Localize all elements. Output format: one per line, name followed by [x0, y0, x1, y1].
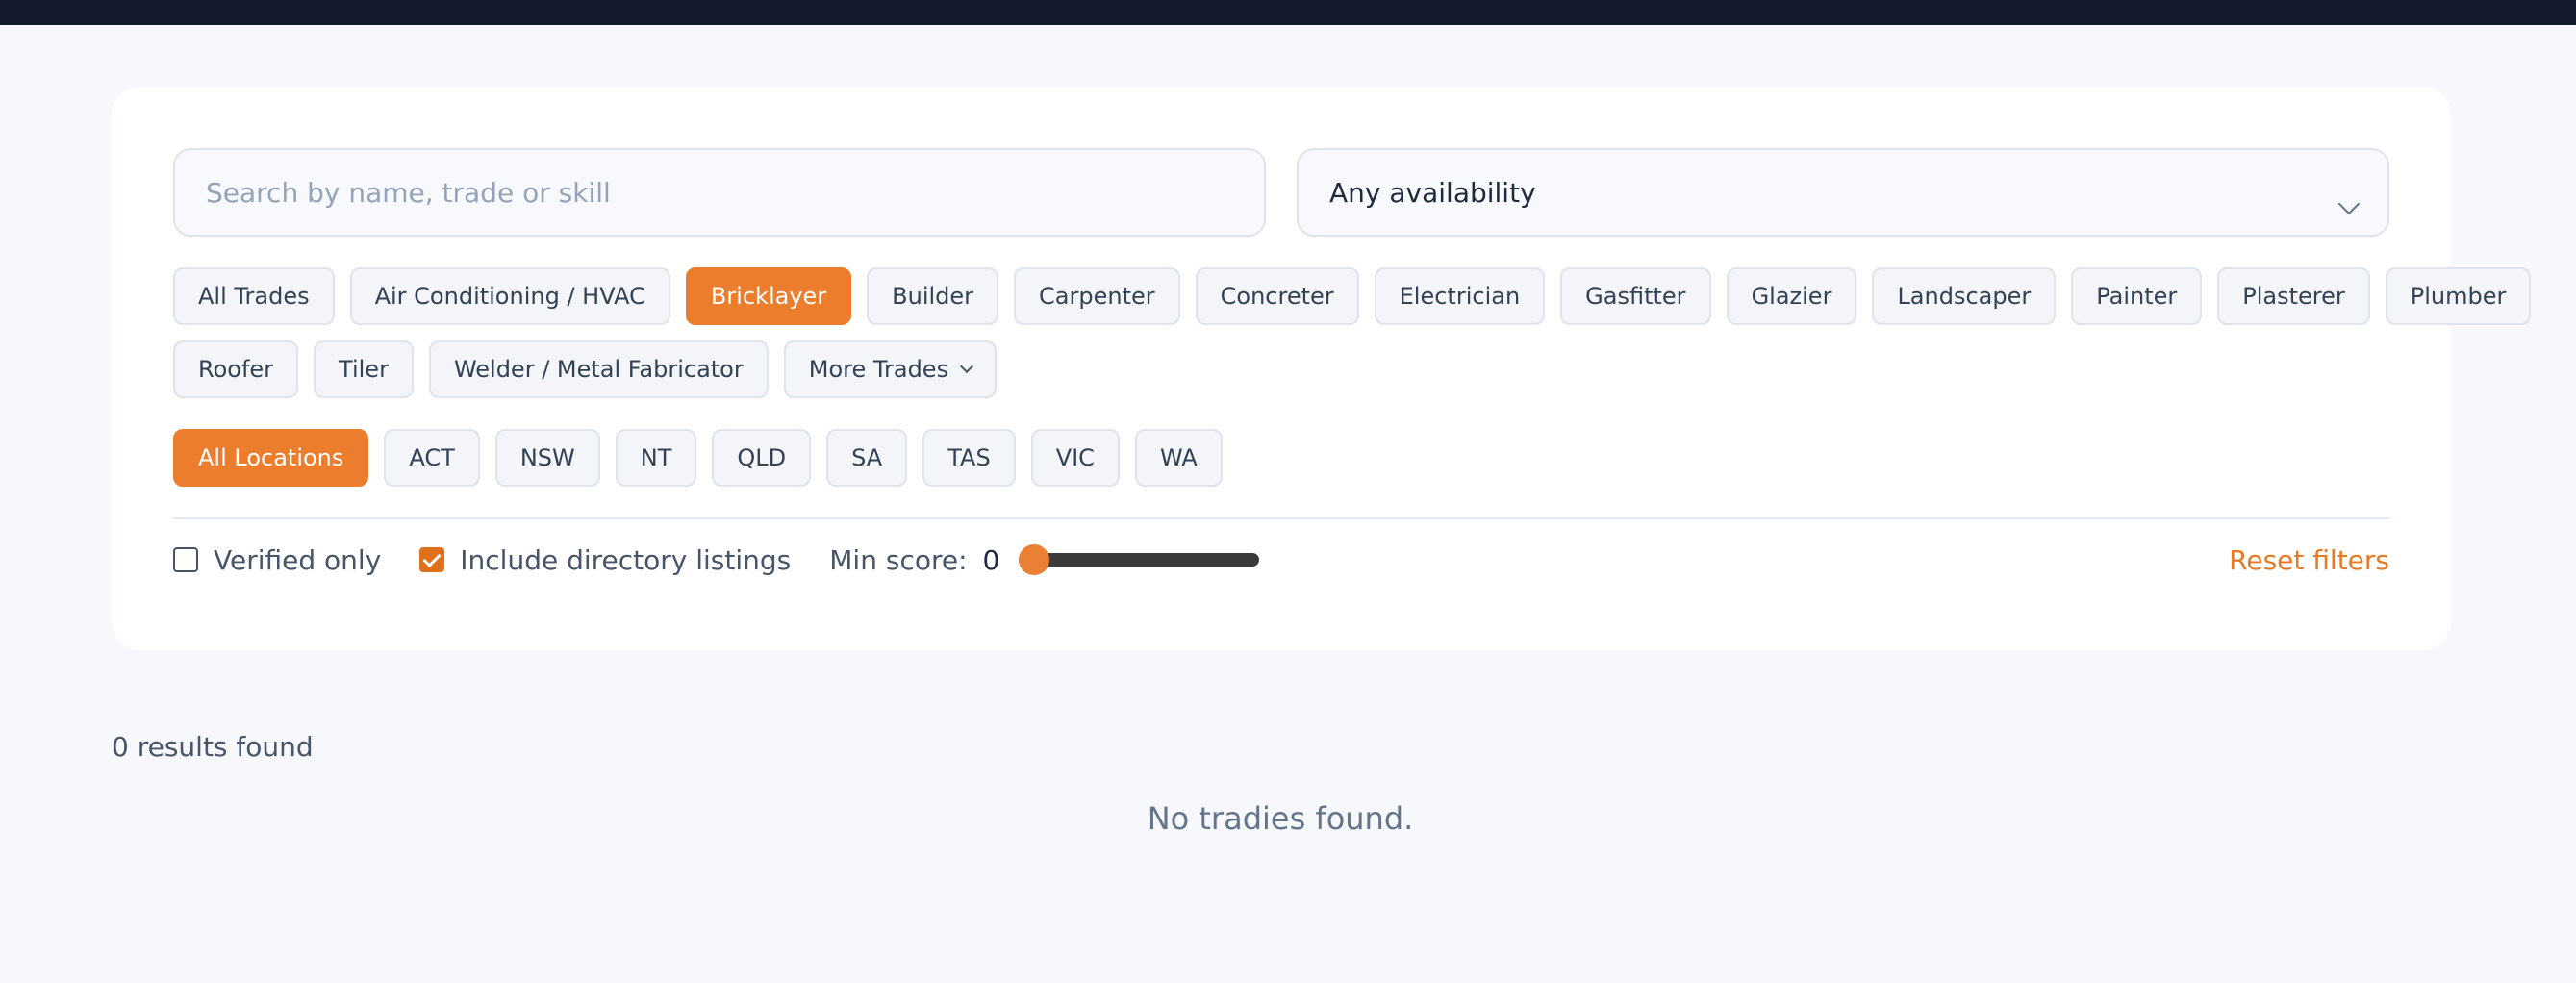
include-directory-label: Include directory listings	[460, 543, 792, 576]
more-trades-label: More Trades	[808, 356, 949, 383]
filter-panel: Any availability All TradesAir Condition…	[112, 87, 2532, 650]
verified-only-checkbox[interactable]	[173, 547, 198, 572]
filters-row: Verified only Include directory listings…	[173, 535, 2389, 585]
availability-select[interactable]: Any availability	[1297, 148, 2389, 237]
location-chip-nt[interactable]: NT	[615, 429, 697, 487]
location-chip-sa[interactable]: SA	[826, 429, 908, 487]
trade-chip-welder-metal-fabricator[interactable]: Welder / Metal Fabricator	[428, 340, 769, 398]
min-score-value: 0	[982, 543, 1000, 576]
search-input[interactable]	[173, 148, 1266, 237]
trade-chip-electrician[interactable]: Electrician	[1374, 267, 1546, 325]
trade-chip-air-conditioning-hvac[interactable]: Air Conditioning / HVAC	[349, 267, 670, 325]
divider	[173, 517, 2389, 519]
location-chip-all-locations[interactable]: All Locations	[173, 429, 369, 487]
include-directory-checkbox[interactable]	[419, 547, 445, 572]
trade-chip-roofer[interactable]: Roofer	[173, 340, 299, 398]
top-nav-bar	[0, 0, 2576, 25]
location-chip-tas[interactable]: TAS	[922, 429, 1016, 487]
slider-track	[1019, 553, 1260, 567]
empty-results-message: No tradies found.	[1147, 800, 1414, 837]
slider-thumb[interactable]	[1019, 544, 1050, 575]
trade-chip-carpenter[interactable]: Carpenter	[1014, 267, 1180, 325]
chevron-down-icon	[960, 359, 974, 374]
chevron-down-icon	[2337, 192, 2361, 215]
more-trades-button[interactable]: More Trades	[783, 340, 998, 398]
results-count: 0 results found	[112, 731, 314, 763]
trade-chip-plasterer[interactable]: Plasterer	[2217, 267, 2370, 325]
trade-chips-row-2: Roofer Tiler Welder / Metal Fabricator Mor…	[173, 340, 998, 398]
trade-chip-glazier[interactable]: Glazier	[1726, 267, 1857, 325]
min-score-slider[interactable]	[1019, 544, 1260, 575]
location-chip-wa[interactable]: WA	[1134, 429, 1223, 487]
location-chip-act[interactable]: ACT	[384, 429, 480, 487]
min-score-label: Min score:	[829, 543, 968, 576]
location-chip-vic[interactable]: VIC	[1030, 429, 1120, 487]
location-chips-row: All Locations ACT NSW NT QLD SA TAS VIC WA	[173, 429, 1223, 487]
trade-chip-plumber[interactable]: Plumber	[2385, 267, 2532, 325]
trade-chip-tiler[interactable]: Tiler	[314, 340, 414, 398]
location-chip-nsw[interactable]: NSW	[494, 429, 600, 487]
include-directory-toggle[interactable]: Include directory listings	[419, 544, 791, 576]
trade-chips-row-1: All Trades Air Conditioning / HVAC Brickla…	[173, 267, 2532, 325]
verified-only-toggle[interactable]: Verified only	[173, 544, 381, 576]
verified-only-label: Verified only	[214, 543, 382, 576]
trade-chip-gasfitter[interactable]: Gasfitter	[1560, 267, 1711, 325]
reset-filters-link[interactable]: Reset filters	[2229, 544, 2389, 576]
trade-chip-concreter[interactable]: Concreter	[1195, 267, 1359, 325]
trade-chip-bricklayer[interactable]: Bricklayer	[685, 267, 852, 325]
trade-chip-landscaper[interactable]: Landscaper	[1872, 267, 2057, 325]
trade-chip-painter[interactable]: Painter	[2071, 267, 2203, 325]
trade-chip-builder[interactable]: Builder	[867, 267, 999, 325]
trade-chip-all-trades[interactable]: All Trades	[173, 267, 335, 325]
availability-select-value: Any availability	[1329, 176, 1536, 209]
location-chip-qld[interactable]: QLD	[712, 429, 812, 487]
